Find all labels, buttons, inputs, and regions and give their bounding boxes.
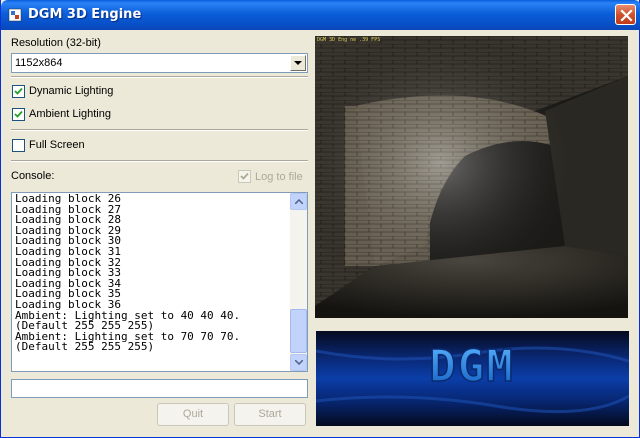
separator: [11, 160, 308, 162]
start-button[interactable]: Start: [234, 403, 306, 426]
chevron-up-icon: [295, 199, 303, 204]
ambient-lighting-label: Ambient Lighting: [29, 108, 111, 120]
logo-text: DGM: [429, 341, 514, 392]
app-icon: [8, 8, 22, 22]
console-label: Console:: [11, 170, 55, 182]
logo-banner: DGM: [316, 331, 629, 426]
log-to-file-checkbox[interactable]: [238, 170, 251, 183]
quit-button[interactable]: Quit: [157, 403, 229, 426]
checkmark-icon: [14, 110, 23, 118]
dropdown-button[interactable]: [290, 55, 306, 71]
scroll-up-button[interactable]: [290, 193, 307, 210]
full-screen-label: Full Screen: [29, 139, 85, 151]
separator: [11, 76, 308, 78]
checkmark-icon: [14, 87, 23, 95]
logo-image: DGM: [316, 340, 629, 414]
console-line: (Default 255 255 255): [15, 340, 155, 354]
close-icon: [620, 9, 633, 22]
render-viewport[interactable]: DGM 3D Eng ne .39 FPS: [315, 36, 628, 318]
chevron-down-icon: [295, 360, 303, 365]
dynamic-lighting-label: Dynamic Lighting: [29, 85, 114, 97]
dynamic-lighting-checkbox[interactable]: [12, 85, 25, 98]
window-title: DGM 3D Engine: [28, 7, 142, 22]
console-scrollbar[interactable]: [290, 193, 307, 371]
ambient-lighting-checkbox[interactable]: [12, 108, 25, 121]
checkmark-icon: [240, 172, 249, 180]
resolution-select[interactable]: 1152x864: [11, 53, 308, 73]
scroll-thumb[interactable]: [290, 309, 307, 353]
title-bar[interactable]: DGM 3D Engine: [1, 0, 640, 30]
app-window: DGM 3D Engine Resolution (32-bit) 1152x8…: [0, 0, 640, 438]
console-command-input[interactable]: [11, 379, 308, 398]
log-to-file-label: Log to file: [255, 171, 303, 183]
close-button[interactable]: [615, 4, 636, 25]
fps-overlay: DGM 3D Eng ne .39 FPS: [317, 37, 381, 43]
scroll-down-button[interactable]: [290, 354, 307, 371]
scene-render: [315, 36, 628, 318]
resolution-label: Resolution (32-bit): [11, 37, 101, 49]
resolution-value: 1152x864: [15, 57, 63, 69]
full-screen-checkbox[interactable]: [12, 139, 25, 152]
separator: [11, 129, 308, 131]
console-text: Loading block 26 Loading block 27 Loading …: [15, 193, 290, 354]
chevron-down-icon: [294, 61, 302, 65]
console-output[interactable]: Loading block 26 Loading block 27 Loading …: [11, 192, 308, 372]
